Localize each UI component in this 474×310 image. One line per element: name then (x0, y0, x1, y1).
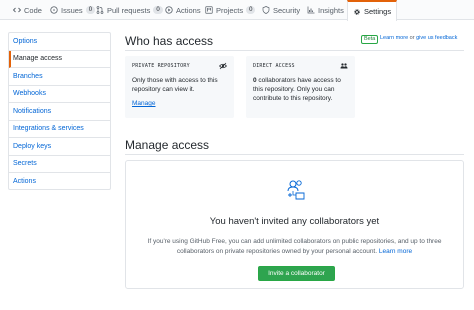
tab-issues[interactable]: Issues 0 (50, 0, 96, 20)
direct-access-description: collaborators have access to this reposi… (253, 77, 341, 102)
empty-state-learn-more-link[interactable]: Learn more (379, 248, 412, 255)
empty-collaborators-box: You haven't invited any collaborators ye… (125, 160, 464, 289)
section-divider (125, 50, 464, 51)
sidebar-item-secrets[interactable]: Secrets (9, 156, 110, 173)
give-feedback-link[interactable]: give us feedback (416, 35, 457, 41)
sidebar-item-deploy-keys[interactable]: Deploy keys (9, 138, 110, 156)
issue-icon (50, 6, 58, 14)
direct-access-text: 0 collaborators have access to this repo… (253, 76, 351, 103)
repo-nav-tabs: Code Issues 0 Pull requests 0 Actions Pr… (0, 0, 474, 21)
sidebar-item-actions[interactable]: Actions (9, 173, 110, 191)
tab-settings[interactable]: Settings (347, 0, 398, 21)
graph-icon (307, 6, 315, 14)
tab-pull-requests[interactable]: Pull requests 0 (96, 0, 163, 20)
people-icon (340, 62, 348, 70)
pull-request-icon (96, 6, 104, 14)
who-has-access-heading: Who has access (125, 34, 214, 48)
tab-actions[interactable]: Actions (165, 0, 201, 20)
sidebar-item-options[interactable]: Options (9, 33, 110, 51)
direct-access-card: DIRECT ACCESS 0 collaborators have acces… (246, 56, 355, 118)
sidebar-item-branches[interactable]: Branches (9, 68, 110, 86)
play-icon (165, 6, 173, 14)
tab-projects[interactable]: Projects 0 (205, 0, 256, 20)
tab-security[interactable]: Security (262, 0, 300, 20)
private-repository-caption: PRIVATE REPOSITORY (132, 63, 190, 69)
tab-projects-label: Projects (216, 5, 244, 15)
empty-state-description: If you're using GitHub Free, you can add… (142, 237, 447, 257)
sidebar-item-integrations[interactable]: Integrations & services (9, 121, 110, 138)
tab-insights-label: Insights (318, 5, 344, 15)
beta-badge: Beta (361, 35, 379, 44)
tab-security-label: Security (273, 5, 301, 15)
private-repository-card: PRIVATE REPOSITORY Only those with acces… (125, 56, 234, 118)
pull-requests-count-badge: 0 (153, 6, 163, 14)
eye-icon (219, 62, 227, 70)
project-icon (205, 6, 213, 14)
gear-icon (353, 8, 361, 16)
tab-settings-label: Settings (364, 7, 392, 16)
direct-access-caption: DIRECT ACCESS (253, 63, 295, 69)
collaborators-icon (284, 177, 308, 201)
tab-pull-requests-label: Pull requests (107, 5, 151, 15)
private-repository-text: Only those with access to this repositor… (132, 77, 218, 93)
sidebar-item-webhooks[interactable]: Webhooks (9, 86, 110, 103)
learn-more-link[interactable]: Learn more (380, 35, 408, 41)
feedback-or-text: or (408, 35, 417, 41)
projects-count-badge: 0 (246, 6, 256, 14)
empty-state-title: You haven't invited any collaborators ye… (209, 216, 380, 227)
sidebar-item-manage-access[interactable]: Manage access (9, 50, 110, 68)
issues-count-badge: 0 (85, 6, 96, 14)
shield-icon (262, 6, 270, 14)
tab-code[interactable]: Code (13, 0, 42, 20)
feedback-links: Learn more or give us feedback (380, 35, 457, 41)
sidebar-item-notifications[interactable]: Notifications (9, 103, 110, 121)
tab-code-label: Code (24, 5, 42, 15)
invite-collaborator-button[interactable]: Invite a collaborator (258, 266, 335, 281)
section-divider (125, 154, 464, 155)
manage-link[interactable]: Manage (132, 100, 156, 107)
manage-access-heading: Manage access (125, 138, 210, 152)
code-icon (13, 6, 21, 14)
settings-sidebar: Options Manage access Branches Webhooks … (8, 32, 111, 190)
tab-actions-label: Actions (176, 5, 201, 15)
tab-insights[interactable]: Insights (307, 0, 344, 20)
tab-issues-label: Issues (61, 5, 83, 15)
